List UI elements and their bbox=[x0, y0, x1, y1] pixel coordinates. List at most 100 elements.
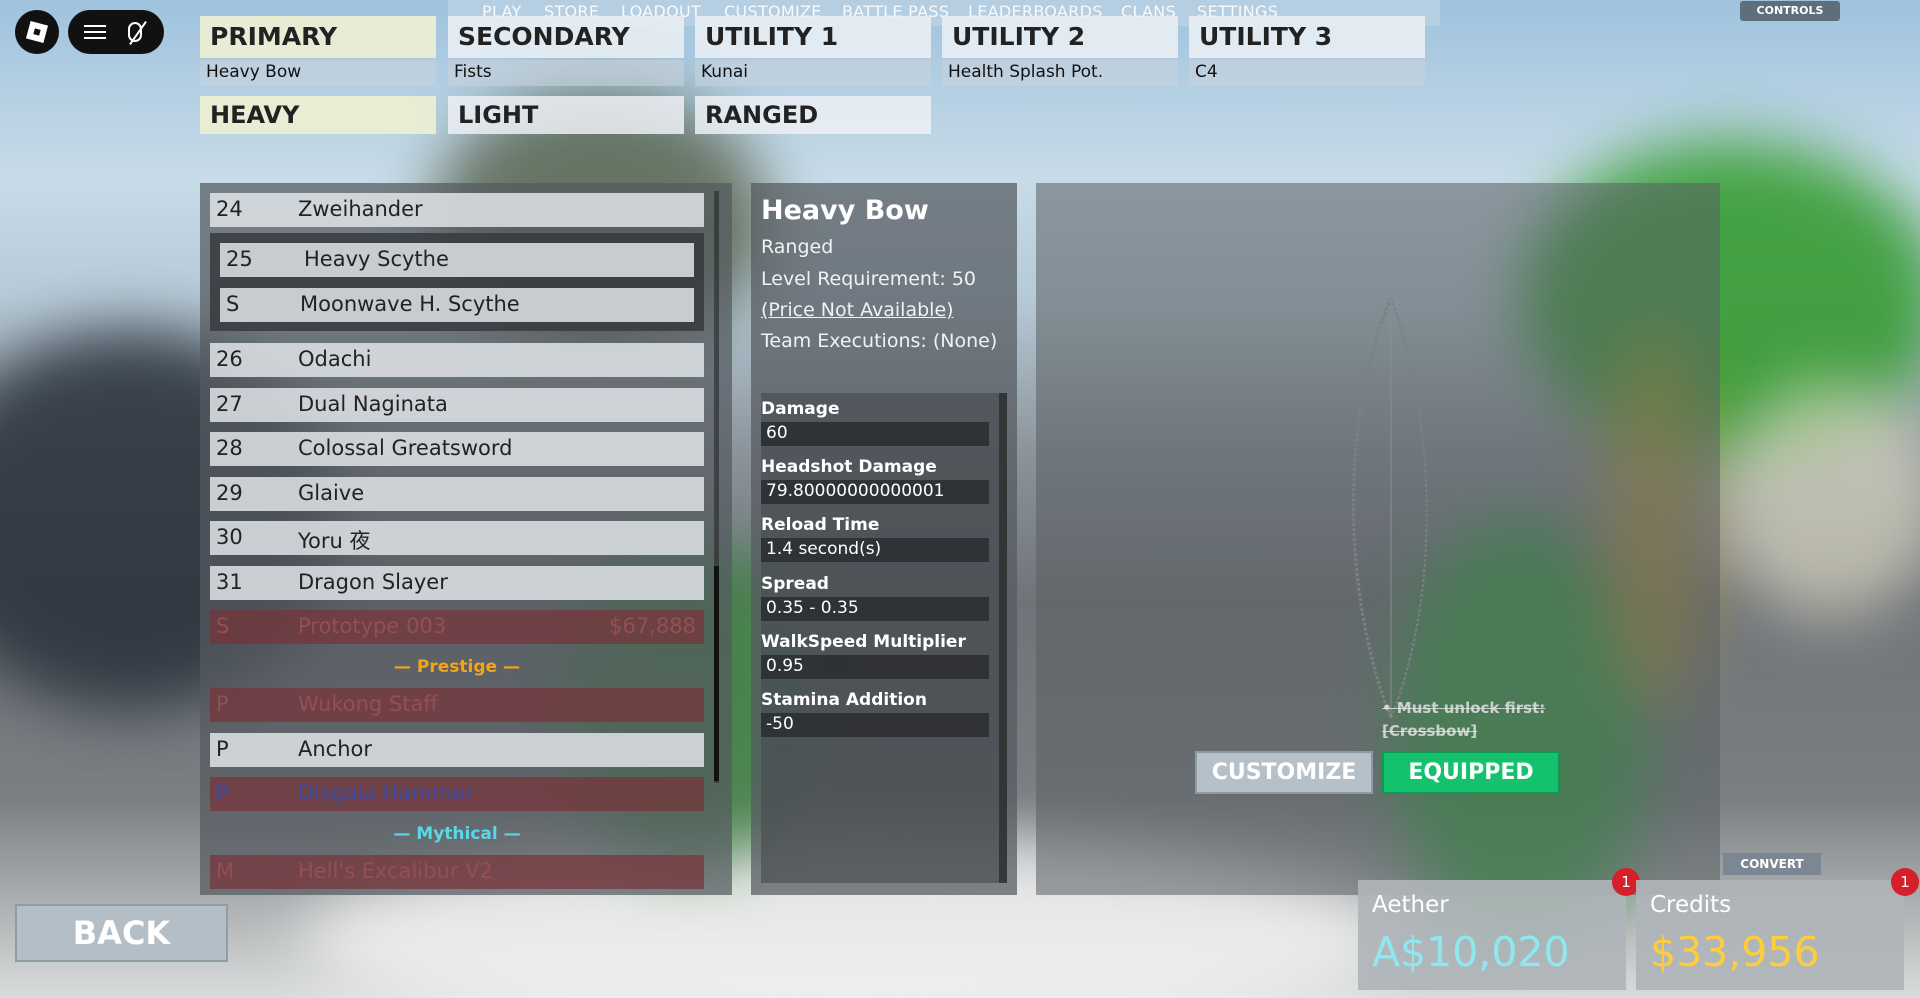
list-item[interactable]: 31 Dragon Slayer bbox=[210, 566, 704, 600]
menu-pill bbox=[68, 10, 164, 54]
credits-currency-panel[interactable]: Credits $33,956 bbox=[1636, 880, 1904, 990]
credits-notification-badge: 1 bbox=[1891, 868, 1919, 896]
stat-label: Spread bbox=[761, 574, 829, 594]
item-number: P bbox=[216, 737, 229, 761]
item-name: Colossal Greatsword bbox=[298, 436, 513, 460]
stat-value: 79.80000000000001 bbox=[761, 480, 989, 504]
list-item[interactable]: 26 Odachi bbox=[210, 343, 704, 377]
weapon-type: Ranged bbox=[761, 236, 834, 258]
list-item-locked[interactable]: P Wukong Staff bbox=[210, 688, 704, 722]
list-scrollbar[interactable] bbox=[714, 191, 719, 783]
item-number: S bbox=[216, 614, 230, 638]
weapon-preview-panel: • Must unlock first: [Crossbow] CUSTOMIZ… bbox=[1036, 183, 1720, 895]
mythical-separator: — Mythical — bbox=[210, 824, 704, 844]
credits-amount: $33,956 bbox=[1650, 928, 1820, 976]
stats-box: Damage 60 Headshot Damage 79.80000000000… bbox=[761, 393, 1007, 883]
item-name: Disgaia Hammer bbox=[298, 781, 474, 805]
unlock-item: [Crossbow] bbox=[1382, 722, 1478, 740]
weapon-list-panel: 24 Zweihander 25 Heavy Scythe S Moonwave… bbox=[200, 183, 732, 895]
weapon-info-panel: Heavy Bow Ranged Level Requirement: 50 (… bbox=[751, 183, 1017, 895]
item-name: Yoru 夜 bbox=[298, 529, 371, 553]
slot-value: Heavy Bow bbox=[200, 60, 436, 86]
controls-button[interactable]: CONTROLS bbox=[1740, 1, 1840, 21]
item-name: Odachi bbox=[298, 347, 372, 371]
category-heavy[interactable]: HEAVY bbox=[200, 96, 436, 134]
slot-value: C4 bbox=[1189, 60, 1425, 86]
category-ranged[interactable]: RANGED bbox=[695, 96, 931, 134]
stat-label: Stamina Addition bbox=[761, 690, 927, 710]
item-number: 25 bbox=[226, 247, 253, 271]
unlock-requirement: • Must unlock first: [Crossbow] bbox=[1382, 697, 1545, 743]
roblox-logo-button[interactable] bbox=[15, 10, 59, 54]
item-variant-group: 25 Heavy Scythe S Moonwave H. Scythe bbox=[210, 233, 704, 331]
item-number: 27 bbox=[216, 392, 243, 416]
item-number: 26 bbox=[216, 347, 243, 371]
convert-button[interactable]: CONVERT bbox=[1723, 853, 1821, 875]
list-item[interactable]: 27 Dual Naginata bbox=[210, 388, 704, 422]
item-number: 29 bbox=[216, 481, 243, 505]
item-number: P bbox=[216, 781, 229, 805]
slot-label: UTILITY 3 bbox=[1189, 16, 1425, 58]
level-requirement: Level Requirement: 50 bbox=[761, 268, 977, 290]
slot-utility-2[interactable]: UTILITY 2 Health Splash Pot. bbox=[942, 16, 1178, 86]
list-item[interactable]: 30 Yoru 夜 bbox=[210, 521, 704, 555]
item-name: Wukong Staff bbox=[298, 692, 438, 716]
item-name: Dragon Slayer bbox=[298, 570, 448, 594]
item-name: Anchor bbox=[298, 737, 373, 761]
item-number: M bbox=[216, 859, 235, 883]
item-name: Zweihander bbox=[298, 197, 423, 221]
slot-label: UTILITY 2 bbox=[942, 16, 1178, 58]
scrollbar-thumb[interactable] bbox=[714, 566, 719, 781]
credits-label: Credits bbox=[1650, 892, 1732, 918]
list-item[interactable]: 28 Colossal Greatsword bbox=[210, 432, 704, 466]
slot-label: PRIMARY bbox=[200, 16, 436, 58]
slot-secondary[interactable]: SECONDARY Fists bbox=[448, 16, 684, 86]
item-name: Glaive bbox=[298, 481, 365, 505]
slot-value: Health Splash Pot. bbox=[942, 60, 1178, 86]
item-name: Heavy Scythe bbox=[304, 247, 449, 271]
stat-value: 0.95 bbox=[761, 655, 989, 679]
mythical-label: — Mythical — bbox=[393, 824, 521, 844]
stat-value: 60 bbox=[761, 422, 989, 446]
list-item-locked[interactable]: S Prototype 003 $67,888 bbox=[210, 610, 704, 644]
muted-microphone-icon[interactable] bbox=[128, 22, 142, 42]
customize-button[interactable]: CUSTOMIZE bbox=[1195, 751, 1373, 794]
stat-value: 0.35 - 0.35 bbox=[761, 597, 989, 621]
list-item-locked[interactable]: P Disgaia Hammer bbox=[210, 777, 704, 811]
roblox-logo-icon bbox=[25, 20, 49, 44]
stat-value: 1.4 second(s) bbox=[761, 538, 989, 562]
back-button[interactable]: BACK bbox=[15, 904, 228, 962]
item-name: Prototype 003 bbox=[298, 614, 447, 638]
slot-utility-3[interactable]: UTILITY 3 C4 bbox=[1189, 16, 1425, 86]
slot-label: SECONDARY bbox=[448, 16, 684, 58]
stat-label: Damage bbox=[761, 399, 840, 419]
item-name: Moonwave H. Scythe bbox=[300, 292, 520, 316]
equipped-button[interactable]: EQUIPPED bbox=[1382, 751, 1560, 794]
slot-utility-1[interactable]: UTILITY 1 Kunai bbox=[695, 16, 931, 86]
item-number: 28 bbox=[216, 436, 243, 460]
slot-primary[interactable]: PRIMARY Heavy Bow bbox=[200, 16, 436, 86]
aether-currency-panel[interactable]: Aether A$10,020 bbox=[1358, 880, 1626, 990]
item-price: $67,888 bbox=[609, 614, 696, 638]
unlock-line: • Must unlock first: bbox=[1382, 699, 1546, 717]
hamburger-menu-icon[interactable] bbox=[84, 25, 106, 39]
bow-model-icon bbox=[1352, 297, 1428, 719]
item-number: P bbox=[216, 692, 229, 716]
list-item-locked[interactable]: M Hell's Excalibur V2 bbox=[210, 855, 704, 889]
list-item[interactable]: 24 Zweihander bbox=[210, 193, 704, 227]
list-item[interactable]: S Moonwave H. Scythe bbox=[220, 288, 694, 322]
list-item[interactable]: P Anchor bbox=[210, 733, 704, 767]
slot-value: Kunai bbox=[695, 60, 931, 86]
stats-scrollbar[interactable] bbox=[999, 393, 1007, 883]
weapon-title: Heavy Bow bbox=[761, 195, 929, 226]
aether-amount: A$10,020 bbox=[1372, 928, 1570, 976]
list-item[interactable]: 25 Heavy Scythe bbox=[220, 243, 694, 277]
stat-value: -50 bbox=[761, 713, 989, 737]
category-light[interactable]: LIGHT bbox=[448, 96, 684, 134]
price-link[interactable]: (Price Not Available) bbox=[761, 299, 954, 321]
team-executions: Team Executions: (None) bbox=[761, 330, 998, 352]
item-number: 30 bbox=[216, 525, 243, 549]
slot-label: UTILITY 1 bbox=[695, 16, 931, 58]
list-item[interactable]: 29 Glaive bbox=[210, 477, 704, 511]
item-number: 24 bbox=[216, 197, 243, 221]
